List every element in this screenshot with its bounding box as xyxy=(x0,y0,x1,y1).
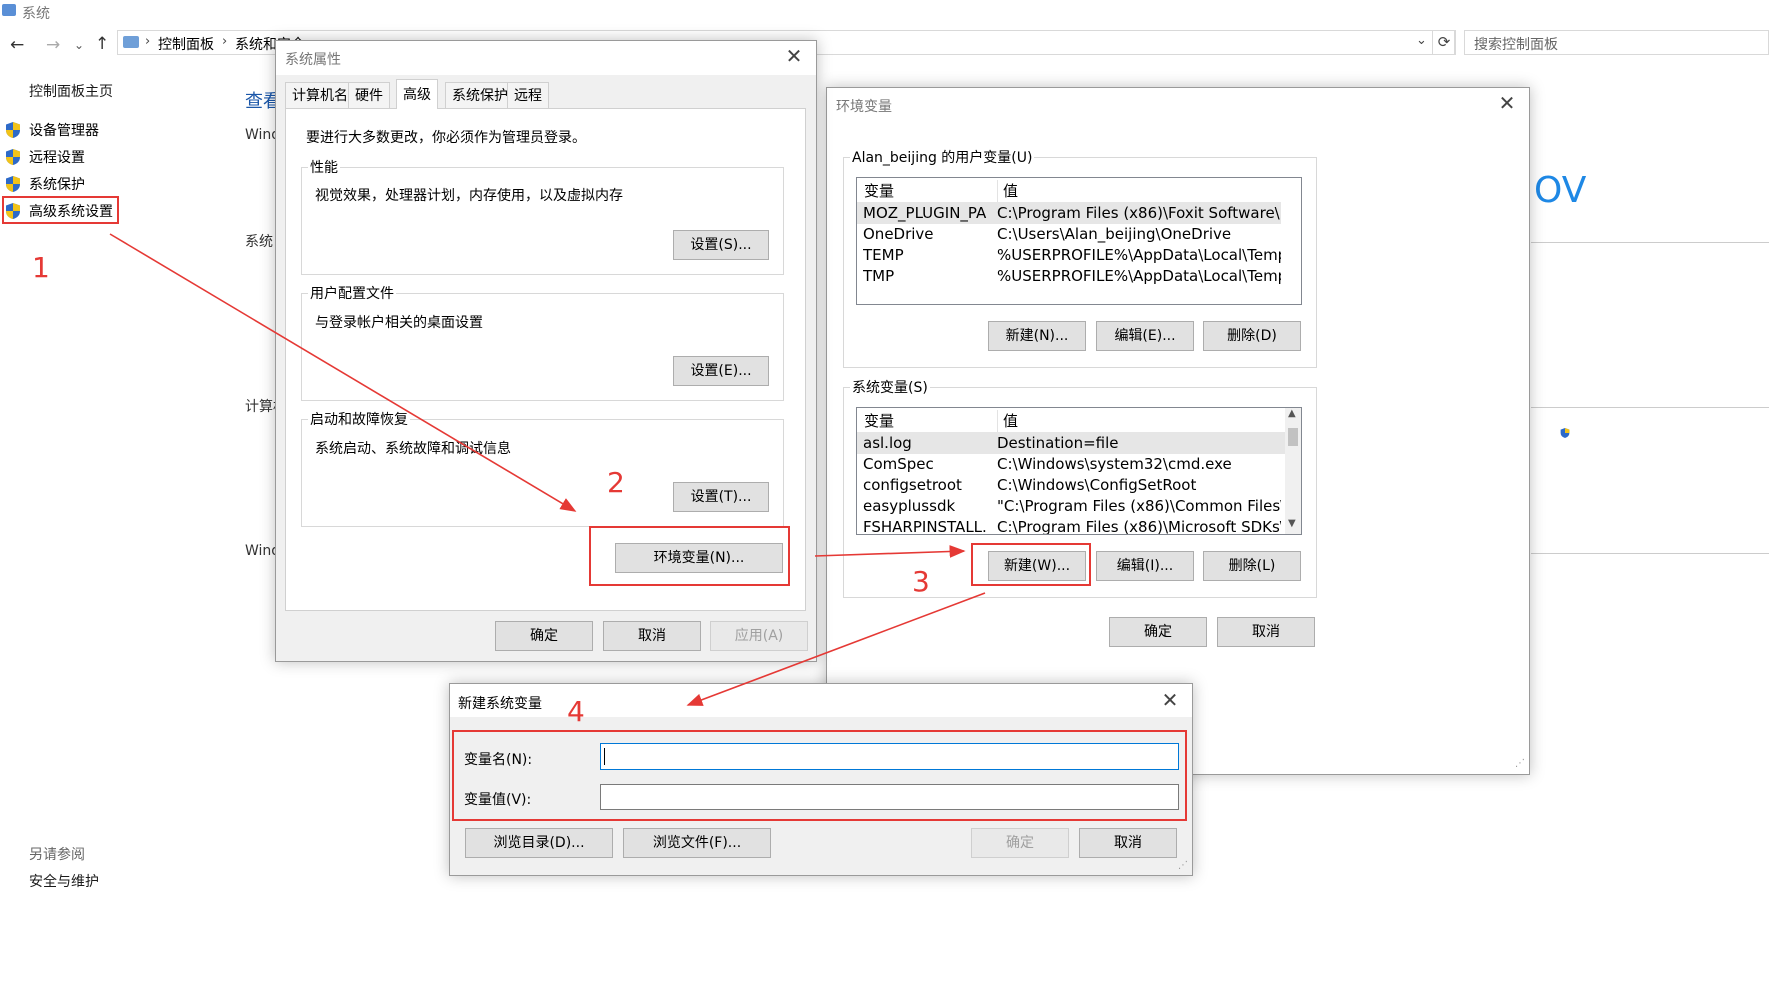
arrow-3-to-4 xyxy=(686,592,986,706)
annotation-arrows xyxy=(109,233,986,706)
arrow-1-to-2 xyxy=(109,233,577,512)
tab-advanced[interactable]: 高级 xyxy=(396,79,438,109)
arrow-2-to-3 xyxy=(814,545,966,558)
